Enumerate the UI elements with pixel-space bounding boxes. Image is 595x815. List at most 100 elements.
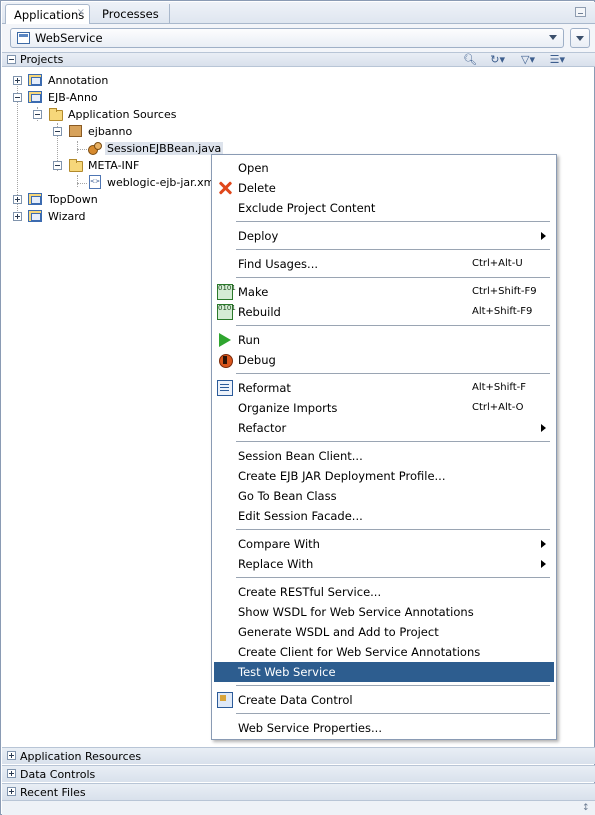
menu-item-create-restful-service[interactable]: Create RESTful Service... (214, 582, 554, 602)
menu-item-create-data-control[interactable]: Create Data Control (214, 690, 554, 710)
sync-icon[interactable]: ↻▾ (490, 53, 505, 66)
accordion-application-resources[interactable]: Application Resources (2, 747, 595, 764)
chevron-down-icon (576, 36, 584, 41)
expand-icon[interactable] (13, 195, 22, 204)
tab-applications[interactable]: Applications × (5, 4, 90, 24)
context-menu: Open Delete Exclude Project Content Depl… (211, 154, 557, 740)
menu-item-web-service-properties[interactable]: Web Service Properties... (214, 718, 554, 738)
tree-item-meta-inf[interactable]: META-INF (1, 157, 201, 174)
application-menu-button[interactable] (570, 28, 590, 48)
tree-item-topdown[interactable]: TopDown (1, 191, 201, 208)
menu-item-debug[interactable]: Debug (214, 350, 554, 370)
projects-panel-header[interactable]: Projects 🔍︎ ↻▾ ▽▾ ☰▾ (2, 52, 595, 67)
tree-item-label: Application Sources (68, 108, 177, 121)
tree-item-application-sources[interactable]: Application Sources (1, 106, 201, 123)
accordion-recent-files[interactable]: Recent Files (2, 783, 595, 800)
menu-separator (236, 373, 550, 374)
menu-item-session-bean-client[interactable]: Session Bean Client... (214, 446, 554, 466)
menu-item-delete[interactable]: Delete (214, 178, 554, 198)
package-icon (69, 125, 82, 137)
menu-item-organize-imports[interactable]: Organize Imports Ctrl+Alt-O (214, 398, 554, 418)
tree-item-ejb-anno[interactable]: EJB-Anno (1, 89, 201, 106)
menu-item-replace-with[interactable]: Replace With (214, 554, 554, 574)
tab-processes[interactable]: Processes (94, 4, 170, 24)
working-sets-icon[interactable]: ☰▾ (550, 53, 565, 66)
collapse-icon[interactable] (7, 55, 16, 64)
tree-item-label: META-INF (88, 159, 140, 172)
menu-separator (236, 277, 550, 278)
project-icon (28, 74, 42, 86)
menu-item-open[interactable]: Open (214, 158, 554, 178)
tree-item-label: Wizard (48, 210, 86, 223)
collapse-icon[interactable] (33, 110, 42, 119)
menu-item-reformat[interactable]: Reformat Alt+Shift-F (214, 378, 554, 398)
tree-item-label: weblogic-ejb-jar.xml (107, 176, 218, 189)
resize-handle-icon[interactable]: ↕ (582, 803, 590, 813)
application-selector[interactable]: WebService (10, 28, 564, 48)
menu-separator (236, 249, 550, 250)
reformat-icon (217, 380, 233, 396)
tree-item-label: SessionEJBBean.java (105, 142, 224, 155)
collapse-icon[interactable] (13, 93, 22, 102)
menu-item-create-ejb-jar-deployment-profile[interactable]: Create EJB JAR Deployment Profile... (214, 466, 554, 486)
tab-processes-label: Processes (102, 7, 159, 21)
status-bar: ↕ (2, 800, 595, 815)
menu-item-compare-with[interactable]: Compare With (214, 534, 554, 554)
chevron-right-icon (541, 540, 546, 548)
menu-item-show-wsdl[interactable]: Show WSDL for Web Service Annotations (214, 602, 554, 622)
menu-item-rebuild[interactable]: 0101 Rebuild Alt+Shift-F9 (214, 302, 554, 322)
expand-icon[interactable] (7, 787, 16, 796)
chevron-down-icon (549, 35, 557, 40)
minimize-icon[interactable] (575, 7, 586, 17)
menu-item-refactor[interactable]: Refactor (214, 418, 554, 438)
delete-icon (217, 180, 233, 196)
menu-separator (236, 685, 550, 686)
tree-item-sessionejbbean[interactable]: SessionEJBBean.java (1, 140, 224, 157)
projects-panel-title: Projects (20, 53, 64, 66)
debug-icon (217, 352, 233, 368)
tree-item-ejbanno[interactable]: ejbanno (1, 123, 201, 140)
close-icon[interactable]: × (77, 7, 85, 18)
menu-item-make[interactable]: 0101 Make Ctrl+Shift-F9 (214, 282, 554, 302)
accordion-data-controls[interactable]: Data Controls (2, 765, 595, 782)
menu-item-edit-session-facade[interactable]: Edit Session Facade... (214, 506, 554, 526)
chevron-right-icon (541, 560, 546, 568)
search-icon[interactable]: 🔍︎ (463, 53, 477, 66)
menu-item-go-to-bean-class[interactable]: Go To Bean Class (214, 486, 554, 506)
folder-icon (49, 108, 63, 121)
menu-item-find-usages[interactable]: Find Usages... Ctrl+Alt-U (214, 254, 554, 274)
folder-icon (69, 159, 83, 172)
collapse-icon[interactable] (53, 127, 62, 136)
menu-item-exclude-project-content[interactable]: Exclude Project Content (214, 198, 554, 218)
run-icon (217, 332, 233, 348)
xml-file-icon: <> (89, 175, 101, 189)
tree-item-label: EJB-Anno (48, 91, 98, 104)
tree-item-label: Annotation (48, 74, 109, 87)
tree-item-weblogic-ejb-jar[interactable]: <> weblogic-ejb-jar.xml (1, 174, 217, 191)
tree-item-label: TopDown (48, 193, 98, 206)
menu-item-run[interactable]: Run (214, 330, 554, 350)
tab-applications-label: Applications (14, 8, 85, 22)
tree-item-wizard[interactable]: Wizard (1, 208, 201, 225)
menu-separator (236, 529, 550, 530)
collapse-icon[interactable] (53, 161, 62, 170)
expand-icon[interactable] (13, 212, 22, 221)
tree-item-annotation[interactable]: Annotation (1, 72, 201, 89)
expand-icon[interactable] (13, 76, 22, 85)
menu-item-deploy[interactable]: Deploy (214, 226, 554, 246)
menu-item-generate-wsdl[interactable]: Generate WSDL and Add to Project (214, 622, 554, 642)
data-control-icon (217, 692, 233, 708)
filter-icon[interactable]: ▽▾ (521, 53, 535, 66)
chevron-right-icon (541, 424, 546, 432)
menu-item-create-client[interactable]: Create Client for Web Service Annotation… (214, 642, 554, 662)
make-icon: 0101 (217, 284, 236, 300)
expand-icon[interactable] (7, 769, 16, 778)
application-selector-row: WebService (2, 24, 595, 52)
tab-bar: Applications × Processes (2, 2, 595, 24)
project-icon (28, 91, 42, 103)
chevron-right-icon (541, 232, 546, 240)
applications-window: Applications × Processes WebService Proj… (0, 0, 595, 815)
menu-item-test-web-service[interactable]: Test Web Service (214, 662, 554, 682)
project-icon (28, 210, 42, 222)
expand-icon[interactable] (7, 751, 16, 760)
